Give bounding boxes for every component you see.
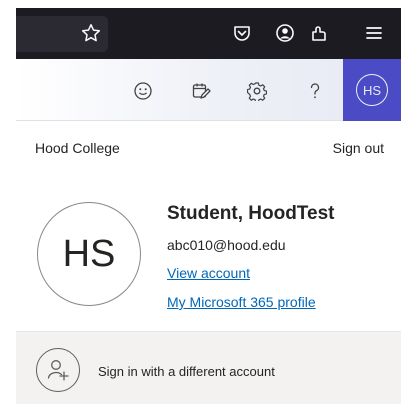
help-question-icon[interactable] [302, 78, 328, 104]
whats-new-icon[interactable] [188, 78, 214, 104]
avatar[interactable]: HS [37, 202, 141, 306]
menu-icon[interactable] [361, 20, 387, 46]
account-manager-button[interactable]: HS [343, 59, 401, 121]
sign-out-button[interactable]: Sign out [333, 140, 384, 156]
settings-gear-icon[interactable] [244, 78, 270, 104]
add-person-icon[interactable] [36, 348, 80, 392]
feedback-smiley-icon[interactable] [130, 78, 156, 104]
account-icon[interactable] [272, 20, 298, 46]
avatar-initials-small: HS [356, 74, 388, 106]
user-email: abc010@hood.edu [167, 237, 286, 253]
extensions-icon[interactable] [306, 20, 332, 46]
organization-name: Hood College [35, 140, 120, 156]
pocket-icon[interactable] [229, 20, 255, 46]
view-account-link[interactable]: View account [167, 265, 250, 281]
avatar-initials: HS [62, 232, 116, 275]
sign-in-different-account-label[interactable]: Sign in with a different account [98, 364, 275, 379]
user-display-name: Student, HoodTest [167, 203, 335, 224]
star-bookmark-icon[interactable] [78, 20, 104, 46]
microsoft-365-profile-link[interactable]: My Microsoft 365 profile [167, 294, 316, 310]
